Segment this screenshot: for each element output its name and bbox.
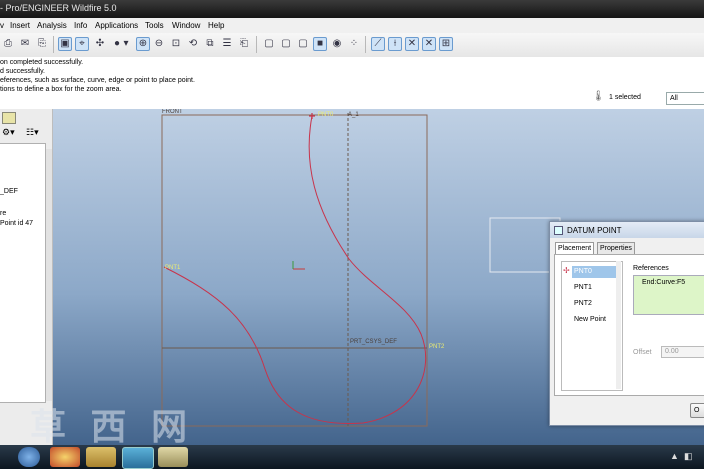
reorient-icon[interactable]: ⟲ [186, 37, 200, 51]
appearance-icon[interactable]: ⁘ [347, 37, 361, 51]
title-bar: - Pro/ENGINEER Wildfire 5.0 [0, 0, 704, 18]
placement-panel: ✢ PNT0 PNT1 PNT2 New Point References En… [554, 254, 704, 396]
email-link-icon[interactable]: ⎘ [35, 37, 49, 51]
axis-label: A_1 [348, 112, 359, 118]
chevron-down-icon[interactable]: ▾ [122, 37, 130, 51]
tree-item[interactable]: re [0, 210, 6, 217]
tree-item[interactable]: _DEF [0, 188, 18, 195]
proe-taskbar-icon[interactable] [122, 447, 154, 469]
csys-display-icon[interactable]: ✕ [422, 37, 436, 51]
front-plane-label: FRONT [162, 109, 183, 115]
reference-value[interactable]: End:Curve:F5 [642, 279, 685, 286]
dialog-icon [554, 226, 563, 235]
tree-item[interactable]: Point id 47 [0, 220, 33, 227]
menu-info[interactable]: Info [74, 21, 87, 30]
menu-view[interactable]: v [0, 21, 4, 30]
model-tree: _DEF re Point id 47 [0, 143, 46, 403]
tab-placement[interactable]: Placement [555, 242, 595, 254]
message-area: on completed successfully. d successfull… [0, 57, 704, 110]
refit-icon[interactable]: ⊡ [169, 37, 183, 51]
shading-icon[interactable]: ■ [313, 37, 327, 51]
start-button[interactable] [18, 447, 40, 467]
tree-columns-icon[interactable]: ☷▾ [26, 127, 39, 138]
tray-icon[interactable]: ▲ [670, 451, 679, 461]
chrome-taskbar-icon[interactable] [50, 447, 80, 467]
current-point-icon: ✢ [563, 266, 570, 275]
point-item[interactable]: PNT2 [574, 300, 592, 307]
navigator-panel: ⚙▾ ☷▾ _DEF re Point id 47 [0, 109, 53, 445]
message-line: d successfully. [0, 68, 45, 75]
front-datum-plane[interactable] [161, 114, 428, 427]
print-icon[interactable]: ⎙ [1, 37, 15, 51]
tab-properties[interactable]: Properties [597, 242, 635, 254]
message-line: tions to define a box for the zoom area. [0, 86, 122, 93]
new-point-item[interactable]: New Point [574, 316, 606, 323]
taskbar: ▲ ◧ [0, 445, 704, 469]
message-line: eferences, such as surface, curve, edge … [0, 77, 195, 84]
hidden-line-icon[interactable]: ▢ [279, 37, 293, 51]
sketched-curve[interactable] [163, 115, 427, 425]
view-manager-icon[interactable]: ⎗ [237, 37, 251, 51]
point-list: ✢ PNT0 PNT1 PNT2 New Point [561, 261, 623, 391]
datum-plane-display-icon[interactable]: ⟋ [371, 37, 385, 51]
ok-button[interactable]: O [690, 403, 704, 418]
point-item[interactable]: PNT0 [574, 268, 592, 275]
menu-help[interactable]: Help [208, 21, 224, 30]
thermometer-icon: 🌡 [592, 91, 605, 102]
annotation-display-icon[interactable]: ⊞ [439, 37, 453, 51]
datum-point-display-icon[interactable]: ✕ [405, 37, 419, 51]
explorer-taskbar-icon[interactable] [86, 447, 116, 467]
pnt1-label: PNT1 [165, 265, 181, 271]
zoom-in-icon[interactable]: ⊕ [136, 37, 150, 51]
toolbar: ⎙ ✉ ⎘ ▣ ⌖ ✣ ● ▾ ⊕ ⊖ ⊡ ⟲ ⧉ ☰ ⎗ ▢ ▢ ▢ ■ ◉ … [0, 33, 704, 58]
references-collector[interactable]: End:Curve:F5 [633, 275, 704, 315]
menu-window[interactable]: Window [172, 21, 200, 30]
message-line: on completed successfully. [0, 59, 84, 66]
orient-mode-icon[interactable]: ✣ [93, 37, 107, 51]
watermark-logo: 草 西 网 [30, 406, 194, 448]
toolbar-separator [53, 36, 54, 53]
selection-count: 1 selected [609, 94, 641, 101]
menu-bar: v Insert Analysis Info Applications Tool… [0, 18, 704, 34]
menu-insert[interactable]: Insert [10, 21, 30, 30]
app-taskbar-icon[interactable] [158, 447, 188, 467]
dialog-title: DATUM POINT [567, 226, 622, 235]
csys-label: PRT_CSYS_DEF [350, 339, 397, 345]
menu-analysis[interactable]: Analysis [37, 21, 67, 30]
pnt0-label: PNT0 [318, 112, 334, 118]
toolbar-separator [365, 36, 366, 53]
volume-icon[interactable]: ◧ [684, 451, 693, 462]
saved-views-icon[interactable]: ⧉ [203, 37, 217, 51]
enhanced-realism-icon[interactable]: ◉ [330, 37, 344, 51]
references-label: References [633, 265, 669, 272]
datum-axis-display-icon[interactable]: ⟊ [388, 37, 402, 51]
offset-label: Offset [633, 349, 652, 356]
spin-center-icon[interactable]: ⌖ [75, 37, 89, 51]
toolbar-separator [256, 36, 257, 53]
window-title: - Pro/ENGINEER Wildfire 5.0 [0, 3, 117, 13]
wireframe-icon[interactable]: ▢ [262, 37, 276, 51]
no-hidden-icon[interactable]: ▢ [296, 37, 310, 51]
menu-tools[interactable]: Tools [145, 21, 164, 30]
email-icon[interactable]: ✉ [18, 37, 32, 51]
folder-browser-icon[interactable] [2, 112, 16, 124]
pnt2-label: PNT2 [429, 344, 445, 350]
datum-point-dialog: DATUM POINT Placement Properties ✢ PNT0 … [549, 221, 704, 426]
zoom-out-icon[interactable]: ⊖ [152, 37, 166, 51]
tree-settings-icon[interactable]: ⚙▾ [2, 127, 15, 138]
menu-applications[interactable]: Applications [95, 21, 138, 30]
point-list-scrollbar[interactable] [616, 261, 621, 389]
tree-scrollbar[interactable] [46, 149, 52, 401]
offset-field[interactable]: 0.00 [661, 346, 704, 358]
dialog-title-bar[interactable]: DATUM POINT [550, 222, 704, 238]
layers-icon[interactable]: ☰ [220, 37, 234, 51]
point-item[interactable]: PNT1 [574, 284, 592, 291]
repaint-icon[interactable]: ▣ [58, 37, 72, 51]
selection-filter-select[interactable]: All [666, 92, 704, 105]
